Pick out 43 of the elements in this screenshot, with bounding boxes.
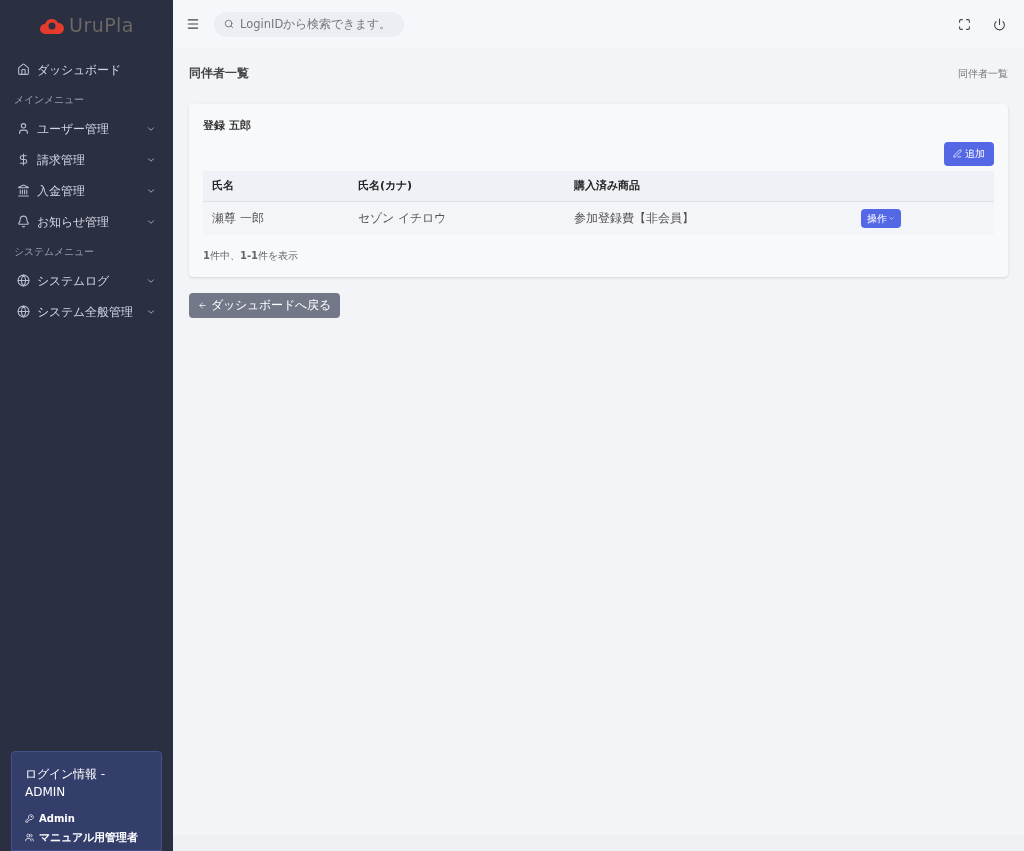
column-header: 購入済み商品 (574, 177, 640, 194)
login-info-title: ログイン情報 - ADMIN (25, 765, 107, 801)
dollar-icon (17, 153, 30, 166)
power-icon[interactable] (993, 17, 1006, 31)
pen-icon (953, 149, 962, 159)
menu-icon[interactable] (186, 17, 200, 31)
menu-item[interactable]: 請求管理 (37, 150, 146, 169)
table-cell-text: 参加登録費【非会員】 (574, 210, 694, 228)
key-icon (25, 813, 34, 823)
search-icon (224, 18, 234, 29)
fullscreen-icon[interactable] (958, 17, 971, 31)
users-icon (25, 833, 34, 843)
menu-section-heading: システムメニュー (13, 244, 95, 259)
add-button[interactable]: 追加 (944, 141, 994, 166)
bell-icon (17, 215, 30, 228)
column-header: 氏名 (212, 177, 234, 194)
column-header: 氏名(カナ) (358, 177, 413, 194)
card-title: 登録 五郎 (203, 118, 252, 133)
back-button[interactable]: ダッシュボードへ戻る (189, 292, 340, 318)
home-icon (17, 63, 30, 76)
login-user-role: マニュアル用管理者 (39, 829, 138, 846)
user-icon (17, 122, 30, 135)
breadcrumb[interactable]: 同伴者一覧 (958, 65, 1008, 81)
globe-icon (17, 305, 30, 318)
page-title: 同伴者一覧 (189, 65, 249, 82)
bank-icon (17, 184, 30, 197)
table-cell-text: セゾン イチロウ (358, 210, 446, 228)
menu-item[interactable]: システム全般管理 (37, 302, 146, 321)
chevron-down-icon (888, 214, 895, 222)
table-cell-text: 瀬尊 一郎 (212, 210, 264, 228)
menu-section-heading: メインメニュー (13, 92, 85, 107)
menu-item[interactable]: ユーザー管理 (37, 119, 146, 138)
menu-item[interactable]: システムログ (37, 271, 146, 290)
login-user-name: Admin (39, 811, 75, 826)
menu-item[interactable]: 入金管理 (37, 181, 146, 200)
globe-icon (17, 274, 30, 287)
action-dropdown-button[interactable]: 操作 (861, 208, 901, 228)
menu-item[interactable]: お知らせ管理 (37, 212, 146, 231)
menu-item[interactable]: ダッシュボード (37, 60, 156, 79)
arrow-left-icon (198, 300, 207, 310)
result-summary: 1件中、1-1件を表示 (203, 248, 300, 263)
logo-text: UruPla (69, 12, 134, 38)
search-field[interactable]: LoginIDから検索できます。 (214, 11, 404, 37)
